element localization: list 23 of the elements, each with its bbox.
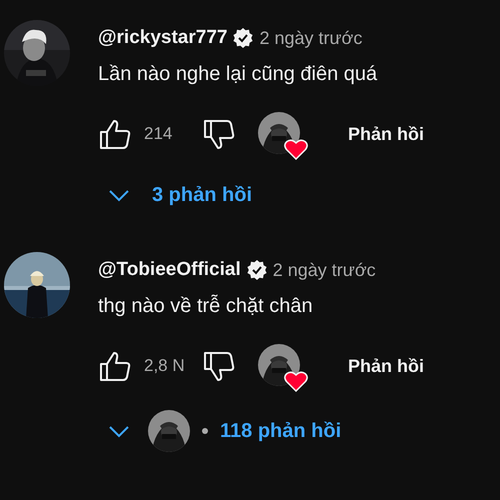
username[interactable]: @TobieeOfficial — [98, 256, 241, 284]
view-replies-button[interactable]: 3 phản hồi — [152, 178, 252, 212]
comment-text: Lần nào nghe lại cũng điên quá — [98, 62, 378, 87]
reply-button[interactable]: Phản hồi — [346, 116, 426, 152]
thumbs-down-icon — [202, 118, 236, 150]
thumbs-down-icon — [202, 350, 236, 382]
like-button[interactable] — [98, 350, 132, 382]
timestamp: 2 ngày trước — [272, 258, 376, 282]
thumbs-up-icon — [98, 118, 132, 150]
chevron-down-icon — [108, 188, 130, 202]
dislike-button[interactable] — [202, 118, 236, 150]
like-count: 214 — [144, 123, 174, 146]
separator-dot — [202, 428, 208, 434]
thumbs-up-icon — [98, 350, 132, 382]
like-count: 2,8 N — [144, 355, 186, 378]
timestamp: 2 ngày trước — [259, 26, 362, 50]
dislike-button[interactable] — [202, 350, 236, 382]
username[interactable]: @rickystar777 — [98, 24, 228, 52]
reply-button[interactable]: Phản hồi — [346, 348, 426, 384]
comment-text: thg nào về trễ chặt chân — [98, 294, 314, 319]
like-button[interactable] — [98, 118, 132, 150]
chevron-down-icon — [108, 424, 130, 438]
view-replies-button[interactable]: 118 phản hồi — [220, 414, 342, 448]
